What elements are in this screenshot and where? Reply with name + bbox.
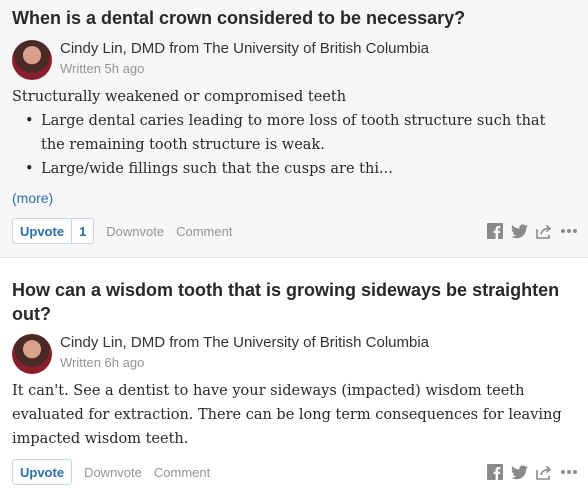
written-timestamp[interactable]: Written 6h ago — [60, 355, 144, 371]
answer-body: It can't. See a dentist to have your sid… — [12, 383, 562, 447]
comment-button[interactable]: Comment — [176, 224, 232, 239]
facebook-icon[interactable] — [487, 464, 503, 480]
downvote-button[interactable]: Downvote — [84, 465, 142, 480]
share-icons — [487, 464, 578, 480]
list-item: Large/wide fillings such that the cusps … — [12, 157, 572, 181]
more-link[interactable]: (more) — [12, 189, 53, 207]
share-icon[interactable] — [536, 224, 552, 239]
answer-intro: Structurally weakened or compromised tee… — [12, 89, 347, 105]
answer-body: Structurally weakened or compromised tee… — [12, 85, 572, 181]
question-title-link[interactable]: When is a dental crown considered to be … — [12, 6, 578, 30]
twitter-icon[interactable] — [511, 464, 528, 480]
question-title-link[interactable]: How can a wisdom tooth that is growing s… — [12, 278, 578, 326]
written-timestamp[interactable]: Written 5h ago — [60, 61, 144, 77]
downvote-button[interactable]: Downvote — [106, 224, 164, 239]
author-avatar[interactable] — [12, 334, 52, 374]
answer-card-1: When is a dental crown considered to be … — [0, 0, 588, 258]
upvote-button[interactable]: Upvote — [12, 459, 73, 485]
facebook-icon[interactable] — [487, 223, 503, 239]
author-credential[interactable]: Cindy Lin, DMD from The University of Br… — [60, 39, 429, 59]
more-options-icon[interactable] — [560, 228, 578, 234]
author-avatar[interactable] — [12, 40, 52, 80]
answer-card-2: How can a wisdom tooth that is growing s… — [0, 258, 588, 502]
upvote-label: Upvote — [20, 464, 65, 480]
answer-bullet-list: Large dental caries leading to more loss… — [12, 109, 572, 181]
share-icon[interactable] — [536, 465, 552, 480]
upvote-button[interactable]: Upvote 1 — [12, 218, 95, 244]
action-bar: Upvote 1 Downvote Comment — [12, 217, 578, 245]
comment-button[interactable]: Comment — [154, 465, 210, 480]
author-credential[interactable]: Cindy Lin, DMD from The University of Br… — [60, 333, 429, 353]
twitter-icon[interactable] — [511, 223, 528, 239]
action-bar: Upvote Downvote Comment — [12, 458, 578, 486]
more-options-icon[interactable] — [560, 469, 578, 475]
list-item: Large dental caries leading to more loss… — [12, 109, 572, 157]
share-icons — [487, 223, 578, 239]
upvote-count: 1 — [71, 219, 93, 243]
upvote-label: Upvote — [20, 223, 65, 239]
